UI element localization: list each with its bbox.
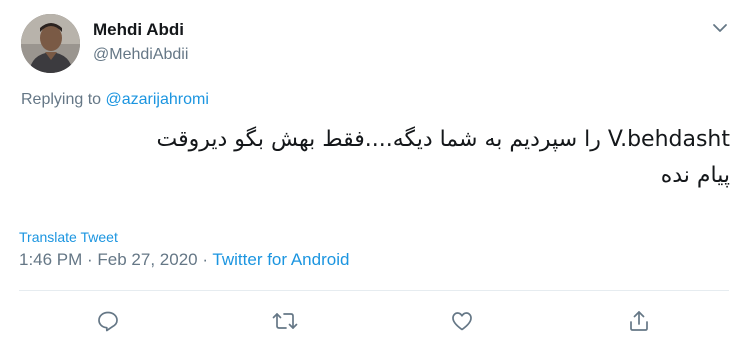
retweet-icon [272, 313, 298, 329]
share-icon [630, 311, 648, 331]
tweet-meta: 1:46 PM · Feb 27, 2020 · Twitter for And… [19, 250, 349, 270]
retweet-button[interactable] [270, 306, 300, 336]
tweet-body-line: V.behdasht را سپردیم به شما دیگه....فقط … [156, 127, 730, 152]
translate-tweet-link[interactable]: Translate Tweet [19, 229, 118, 245]
heart-icon [452, 312, 472, 331]
tweet-body-line: پیام نده [660, 163, 730, 188]
like-button[interactable] [447, 306, 477, 336]
chevron-down-icon[interactable] [710, 18, 730, 38]
avatar[interactable] [21, 14, 80, 73]
meta-separator: · [197, 250, 213, 269]
author-display-name[interactable]: Mehdi Abdi [93, 20, 184, 40]
share-button[interactable] [624, 306, 654, 336]
author-handle[interactable]: @MehdiAbdii [93, 46, 188, 64]
reply-icon [98, 311, 118, 332]
tweet: Mehdi Abdi @MehdiAbdii Replying to @azar… [0, 0, 748, 350]
source-link[interactable]: Twitter for Android [212, 250, 349, 269]
replying-to: Replying to @azarijahromi [21, 91, 209, 109]
timestamp[interactable]: 1:46 PM · Feb 27, 2020 [19, 250, 198, 269]
divider [19, 290, 729, 291]
tweet-body: V.behdasht را سپردیم به شما دیگه....فقط … [20, 122, 730, 194]
replying-prefix: Replying to [21, 91, 106, 108]
reply-button[interactable] [93, 306, 123, 336]
replying-to-mention[interactable]: @azarijahromi [106, 91, 209, 108]
